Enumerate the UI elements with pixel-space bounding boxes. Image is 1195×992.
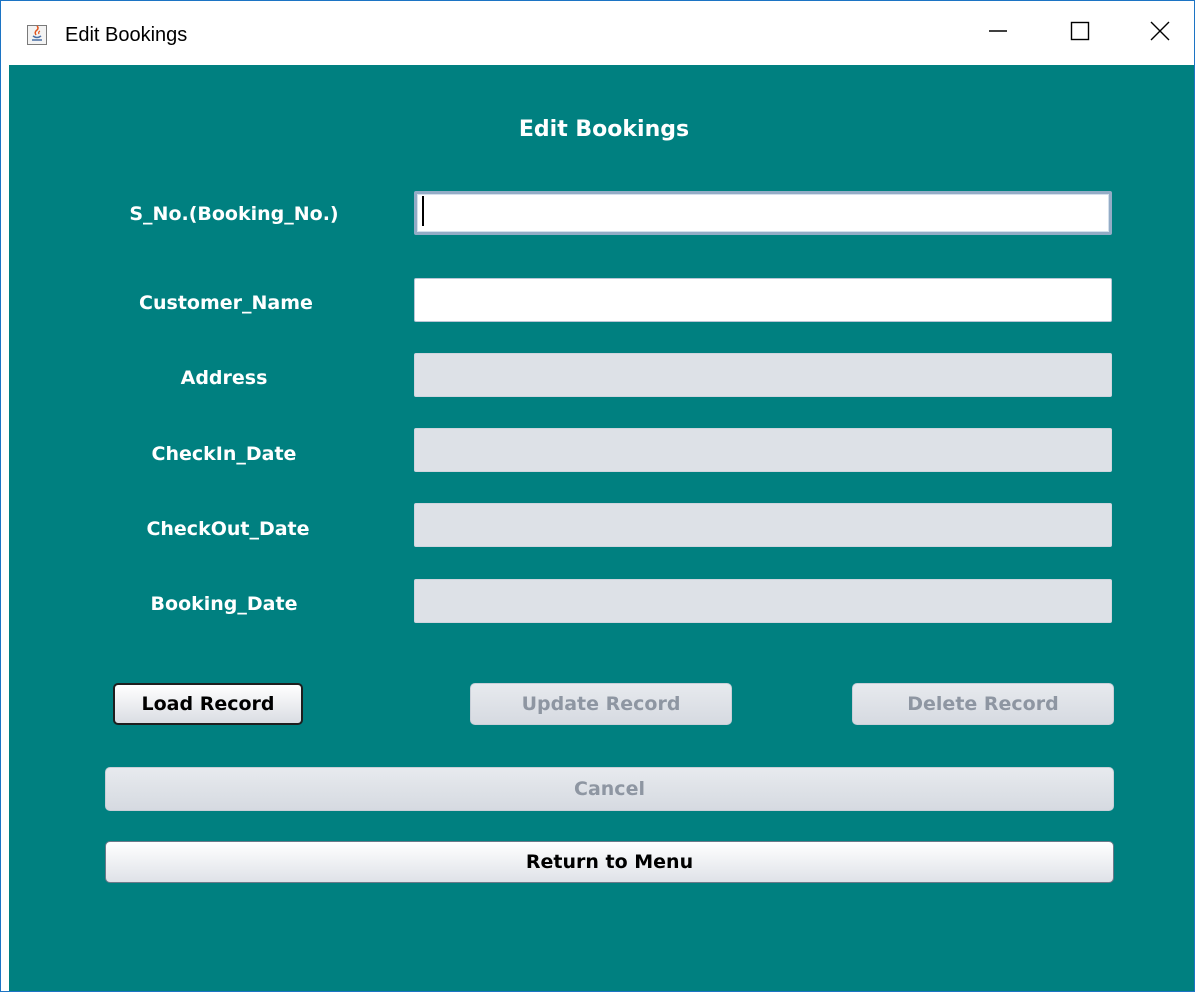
text-caret xyxy=(422,196,424,226)
customer-name-label: Customer_Name xyxy=(139,292,313,314)
address-label: Address xyxy=(180,367,268,389)
app-window: Edit Bookings Edit Bookings S_No.(Bookin… xyxy=(0,0,1195,992)
checkout-date-input[interactable] xyxy=(414,503,1112,547)
cancel-button[interactable]: Cancel xyxy=(105,767,1114,811)
window-title: Edit Bookings xyxy=(65,24,188,46)
checkout-date-label: CheckOut_Date xyxy=(146,518,310,540)
checkin-date-input[interactable] xyxy=(414,428,1112,472)
form-heading: Edit Bookings xyxy=(518,117,690,142)
load-record-button[interactable]: Load Record xyxy=(113,683,303,725)
minimize-button[interactable] xyxy=(967,1,1029,65)
checkin-date-label: CheckIn_Date xyxy=(151,443,297,465)
update-record-button[interactable]: Update Record xyxy=(470,683,732,725)
title-bar[interactable]: Edit Bookings xyxy=(1,1,1194,65)
close-button[interactable] xyxy=(1129,1,1191,65)
return-to-menu-button[interactable]: Return to Menu xyxy=(105,841,1114,883)
customer-name-input[interactable] xyxy=(414,278,1112,322)
java-coffee-icon xyxy=(27,25,47,45)
close-icon xyxy=(1150,21,1170,45)
form-panel: Edit Bookings S_No.(Booking_No.) Custome… xyxy=(9,65,1194,991)
delete-record-button[interactable]: Delete Record xyxy=(852,683,1114,725)
booking-number-label: S_No.(Booking_No.) xyxy=(129,203,339,225)
address-input[interactable] xyxy=(414,353,1112,397)
booking-number-input[interactable] xyxy=(414,191,1112,235)
booking-date-input[interactable] xyxy=(414,579,1112,623)
maximize-icon xyxy=(1070,21,1090,45)
minimize-icon xyxy=(988,21,1008,45)
booking-date-label: Booking_Date xyxy=(150,593,298,615)
maximize-button[interactable] xyxy=(1049,1,1111,65)
